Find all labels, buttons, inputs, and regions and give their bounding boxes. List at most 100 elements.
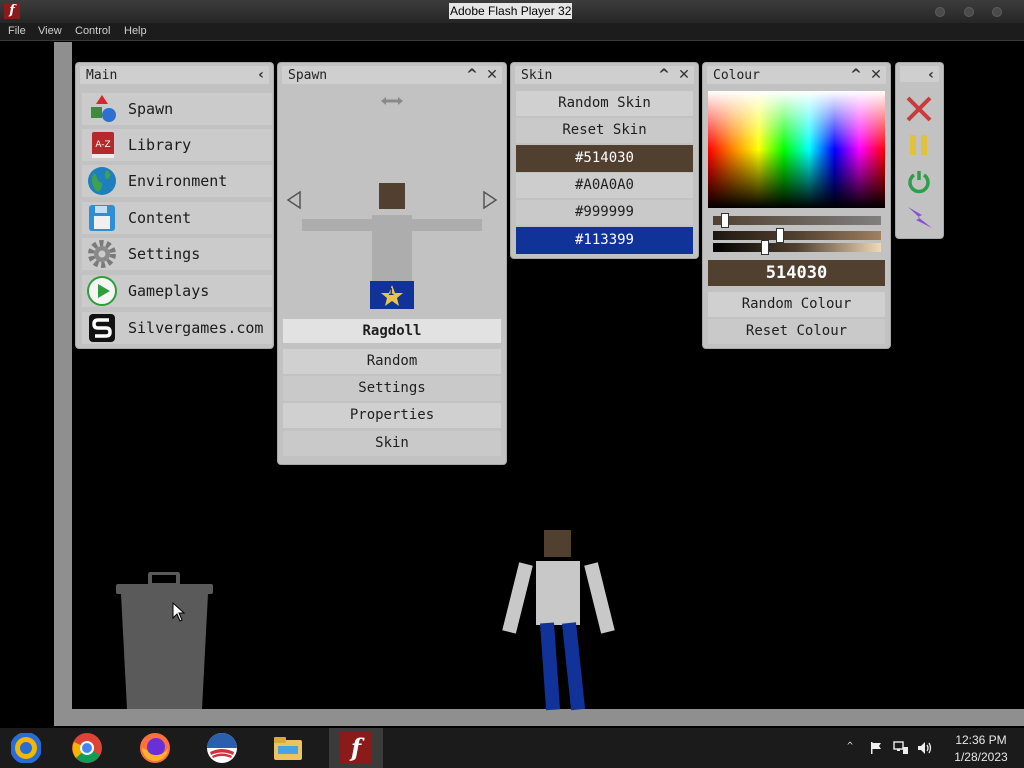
ragdoll-left-leg	[540, 622, 561, 711]
reset-colour-button[interactable]: Reset Colour	[708, 319, 885, 344]
main-item-spawn[interactable]: Spawn	[82, 93, 272, 125]
maximize-button[interactable]	[964, 7, 974, 17]
clock-date[interactable]: 1/28/2023	[941, 750, 1021, 764]
settings-button[interactable]: Settings	[283, 376, 501, 401]
silvergames-logo-icon	[89, 314, 115, 342]
obama-logo-icon[interactable]	[206, 732, 238, 764]
reset-skin-button[interactable]: Reset Skin	[516, 118, 693, 143]
file-explorer-icon[interactable]	[272, 732, 304, 764]
close-button[interactable]	[992, 7, 1002, 17]
spawn-panel-header[interactable]: Spawn ^ ✕	[282, 66, 502, 84]
menu-help[interactable]: Help	[124, 24, 147, 39]
menu-control[interactable]: Control	[75, 24, 110, 39]
mouse-cursor-icon	[172, 602, 186, 622]
properties-button[interactable]: Properties	[283, 403, 501, 428]
minimize-button[interactable]	[935, 7, 945, 17]
ragdoll-right-leg	[562, 622, 586, 711]
delete-all-icon[interactable]	[905, 95, 933, 123]
skin-button[interactable]: Skin	[283, 431, 501, 456]
lightning-icon[interactable]	[906, 203, 934, 231]
collapse-left-icon[interactable]: ‹	[923, 67, 939, 83]
toolbox-header[interactable]: ‹	[900, 66, 939, 83]
skin-panel: Skin ^ ✕ Random Skin Reset Skin #514030 …	[511, 63, 698, 258]
close-icon[interactable]: ✕	[484, 67, 500, 83]
close-icon[interactable]: ✕	[868, 67, 884, 83]
main-item-label: Gameplays	[128, 282, 210, 300]
ragdoll-head	[544, 530, 571, 557]
flash-player-icon: f	[340, 732, 372, 764]
show-hidden-icons-chevron-icon[interactable]: ^	[847, 741, 853, 752]
skin-swatch-head[interactable]: #514030	[516, 145, 693, 172]
play-circle-icon	[87, 276, 117, 306]
ragdoll-figure[interactable]	[502, 530, 615, 711]
taskbar-active-app[interactable]: f	[329, 728, 383, 768]
gear-icon	[88, 240, 116, 268]
trash-can-icon[interactable]	[116, 572, 214, 710]
collapse-up-icon[interactable]: ^	[464, 67, 480, 83]
saturation-slider[interactable]	[713, 213, 881, 228]
volume-icon[interactable]	[917, 741, 933, 755]
clock-time[interactable]: 12:36 PM	[941, 733, 1021, 747]
colour-hex-value[interactable]: 514030	[708, 260, 885, 286]
network-icon[interactable]	[893, 741, 909, 755]
main-item-library[interactable]: A-Z Library	[82, 129, 272, 161]
colour-panel-header[interactable]: Colour ^ ✕	[707, 66, 886, 84]
brightness-slider-thumb[interactable]	[776, 228, 784, 243]
window-titlebar[interactable]: f Adobe Flash Player 32	[0, 0, 1024, 23]
random-button[interactable]: Random	[283, 349, 501, 374]
colour-panel-title: Colour	[713, 68, 760, 83]
menubar: File View Control Help	[0, 23, 1024, 41]
collapse-left-icon[interactable]: ‹	[253, 67, 269, 83]
collapse-up-icon[interactable]: ^	[656, 67, 672, 83]
power-icon[interactable]	[906, 168, 932, 194]
stage-floor	[54, 709, 1024, 726]
close-icon[interactable]: ✕	[676, 67, 692, 83]
collapse-up-icon[interactable]: ^	[848, 67, 864, 83]
ragdoll-preview: 1	[302, 183, 482, 311]
ragdoll-preview-badge: 1	[370, 281, 414, 309]
saturation-slider-thumb[interactable]	[721, 213, 729, 228]
taskbar: f ^ 12:36 PM 1/28/2023	[0, 728, 1024, 768]
library-book-icon: A-Z	[92, 132, 114, 158]
skin-panel-header[interactable]: Skin ^ ✕	[515, 66, 694, 84]
main-item-silvergames[interactable]: Silvergames.com	[82, 312, 272, 344]
random-skin-button[interactable]: Random Skin	[516, 91, 693, 116]
chromium-icon[interactable]	[10, 732, 42, 764]
flash-app-icon: f	[4, 3, 20, 19]
ragdoll-right-arm	[584, 562, 615, 634]
ragdoll-preview-torso	[372, 215, 412, 281]
main-item-settings[interactable]: Settings	[82, 238, 272, 270]
main-item-environment[interactable]: Environment	[82, 165, 272, 197]
floppy-disk-icon	[89, 205, 115, 231]
action-center-flag-icon[interactable]	[869, 741, 883, 755]
stage-left-wall	[54, 42, 72, 726]
pause-icon[interactable]	[908, 133, 930, 157]
main-panel-title: Main	[86, 68, 118, 83]
shade-slider[interactable]	[713, 240, 881, 255]
shade-slider-thumb[interactable]	[761, 240, 769, 255]
firefox-icon[interactable]	[139, 732, 171, 764]
main-item-label: Settings	[128, 245, 201, 263]
menu-file[interactable]: File	[8, 24, 26, 39]
menu-view[interactable]: View	[38, 24, 62, 39]
spawn-panel-title: Spawn	[288, 68, 328, 83]
skin-swatch-arms[interactable]: #999999	[516, 200, 693, 225]
selected-object-label: Ragdoll	[283, 319, 501, 343]
ragdoll-torso	[536, 561, 580, 625]
skin-swatch-pants[interactable]: #113399	[516, 227, 693, 254]
badge-number: 1	[388, 287, 395, 298]
main-item-content[interactable]: Content	[82, 202, 272, 234]
skin-swatch-shirt[interactable]: #A0A0A0	[516, 173, 693, 198]
main-item-label: Environment	[128, 172, 228, 190]
previous-arrow-icon[interactable]	[286, 190, 302, 210]
drag-resize-arrows-icon[interactable]	[380, 95, 404, 107]
random-colour-button[interactable]: Random Colour	[708, 292, 885, 317]
main-item-gameplays[interactable]: Gameplays	[82, 275, 272, 307]
main-panel-header[interactable]: Main ‹	[80, 66, 269, 84]
colour-spectrum-picker[interactable]	[708, 91, 885, 208]
shapes-icon	[91, 95, 116, 122]
chrome-icon[interactable]	[71, 732, 103, 764]
window-title: Adobe Flash Player 32	[449, 3, 573, 19]
next-arrow-icon[interactable]	[482, 190, 498, 210]
brightness-slider[interactable]	[713, 228, 881, 243]
